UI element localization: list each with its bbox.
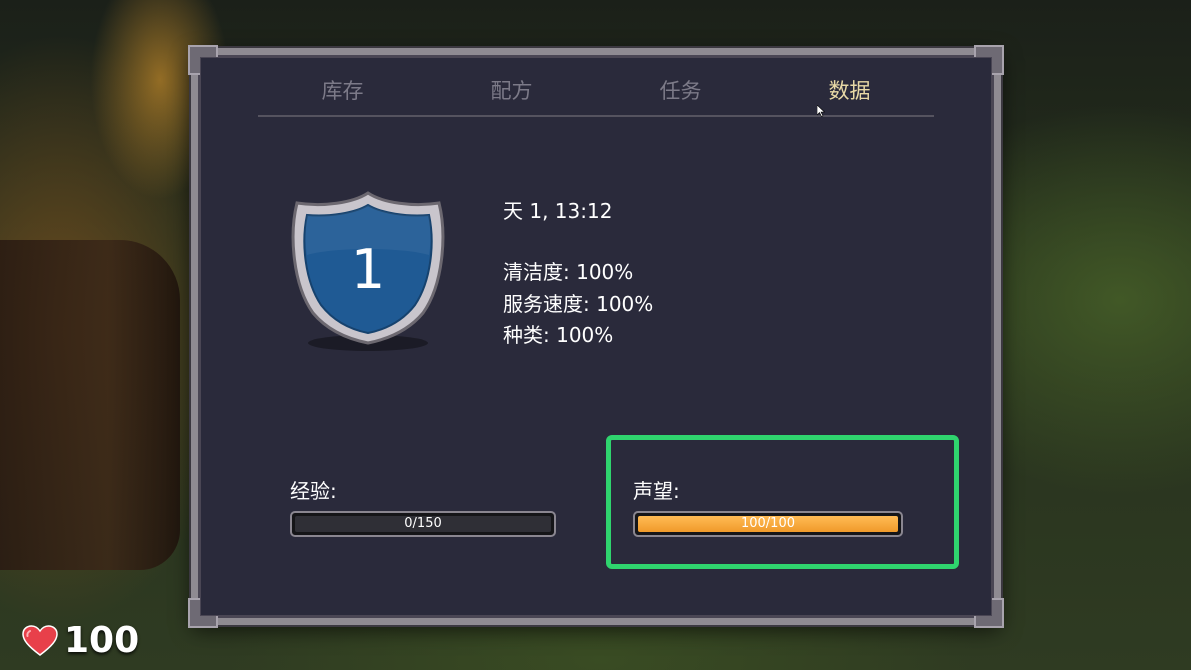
- panel-corner-ornament: [974, 598, 1004, 628]
- tab-inventory[interactable]: 库存: [258, 69, 427, 115]
- background-tree-trunk: [0, 240, 180, 570]
- variety-stat: 种类: 100%: [503, 323, 614, 347]
- panel-corner-ornament: [188, 598, 218, 628]
- service-speed-stat: 服务速度: 100%: [503, 292, 654, 316]
- tab-bar: 库存 配方 任务 数据: [258, 69, 934, 117]
- reputation-highlight-box: [606, 435, 959, 569]
- tab-data[interactable]: 数据: [765, 69, 934, 115]
- panel-corner-ornament: [974, 45, 1004, 75]
- cleanliness-stat: 清洁度: 100%: [503, 260, 634, 284]
- health-value: 100: [64, 620, 140, 661]
- day-time: 天 1, 13:12: [503, 199, 613, 223]
- tab-quests[interactable]: 任务: [596, 69, 765, 115]
- experience-label: 经验:: [290, 479, 337, 503]
- experience-bar: 0/150: [290, 511, 556, 537]
- experience-value: 0/150: [404, 516, 442, 531]
- heart-icon: [22, 624, 58, 656]
- level-number: 1: [351, 238, 385, 301]
- panel-corner-ornament: [188, 45, 218, 75]
- health-display: 100: [22, 620, 139, 661]
- mouse-cursor-icon: [817, 105, 825, 117]
- shield-icon: 1: [291, 191, 445, 351]
- tab-recipes[interactable]: 配方: [427, 69, 596, 115]
